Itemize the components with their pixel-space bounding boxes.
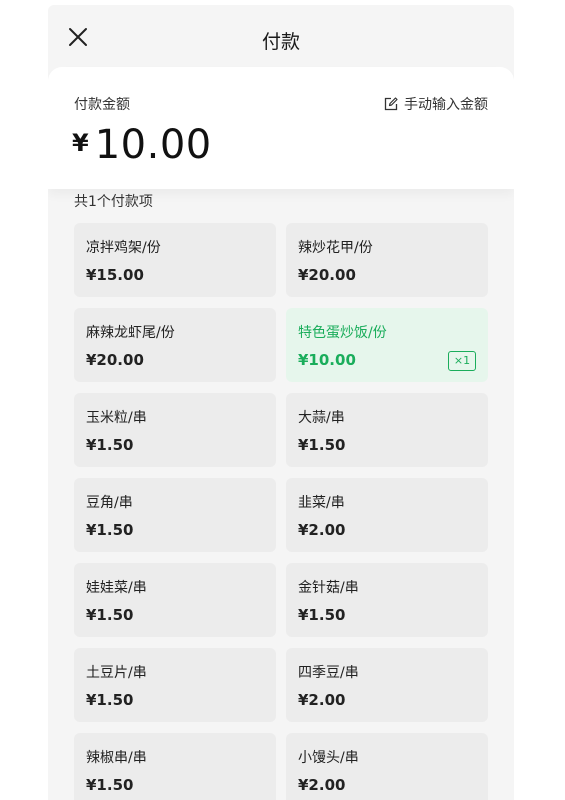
item-price: ¥15.00 (86, 266, 144, 284)
item-name: 土豆片/串 (86, 665, 147, 681)
item-tile[interactable]: 土豆片/串 ¥1.50 (74, 648, 276, 722)
item-name: 豆角/串 (86, 495, 133, 511)
item-name: 玉米粒/串 (86, 410, 147, 426)
item-name: 韭菜/串 (298, 495, 345, 511)
item-price: ¥1.50 (86, 691, 134, 709)
item-tile[interactable]: 玉米粒/串 ¥1.50 (74, 393, 276, 467)
item-tile[interactable]: 四季豆/串 ¥2.00 (286, 648, 488, 722)
item-tile[interactable]: 麻辣龙虾尾/份 ¥20.00 (74, 308, 276, 382)
item-price: ¥2.00 (298, 776, 346, 794)
item-price: ¥1.50 (86, 521, 134, 539)
item-name: 小馒头/串 (298, 750, 359, 766)
currency-symbol: ¥ (72, 129, 89, 157)
item-tile[interactable]: 辣椒串/串 ¥1.50 (74, 733, 276, 800)
item-price: ¥1.50 (298, 606, 346, 624)
item-tile[interactable]: 大蒜/串 ¥1.50 (286, 393, 488, 467)
item-name: 特色蛋炒饭/份 (298, 325, 387, 341)
item-price: ¥20.00 (86, 351, 144, 369)
item-name: 金针菇/串 (298, 580, 359, 596)
item-tile[interactable]: 辣炒花甲/份 ¥20.00 (286, 223, 488, 297)
item-price: ¥1.50 (86, 776, 134, 794)
item-tile[interactable]: 金针菇/串 ¥1.50 (286, 563, 488, 637)
item-tile-selected[interactable]: 特色蛋炒饭/份 ¥10.00 ×1 (286, 308, 488, 382)
item-price: ¥1.50 (86, 606, 134, 624)
item-name: 娃娃菜/串 (86, 580, 147, 596)
manual-entry-label: 手动输入金额 (404, 97, 488, 113)
item-tile[interactable]: 豆角/串 ¥1.50 (74, 478, 276, 552)
item-name: 四季豆/串 (298, 665, 359, 681)
item-price: ¥1.50 (298, 436, 346, 454)
amount-value: 10.00 (94, 122, 212, 168)
quantity-badge: ×1 (448, 351, 476, 371)
item-name: 凉拌鸡架/份 (86, 240, 161, 256)
item-name: 辣椒串/串 (86, 750, 147, 766)
item-price: ¥2.00 (298, 521, 346, 539)
manual-entry-button[interactable]: 手动输入金额 (384, 94, 488, 114)
payment-sheet: 付款 付款金额 手动输入金额 ¥ 10.00 共1个付款项 凉拌鸡架/份 ¥15… (48, 5, 514, 800)
item-price: ¥2.00 (298, 691, 346, 709)
item-tile[interactable]: 韭菜/串 ¥2.00 (286, 478, 488, 552)
amount-label: 付款金额 (74, 97, 130, 113)
item-tile[interactable]: 凉拌鸡架/份 ¥15.00 (74, 223, 276, 297)
item-price: ¥10.00 (298, 351, 356, 369)
item-price: ¥1.50 (86, 436, 134, 454)
payment-amount: ¥ 10.00 (72, 122, 212, 168)
item-name: 大蒜/串 (298, 410, 345, 426)
header: 付款 (48, 5, 514, 67)
item-name: 辣炒花甲/份 (298, 240, 373, 256)
item-tile[interactable]: 娃娃菜/串 ¥1.50 (74, 563, 276, 637)
items-count: 共1个付款项 (74, 194, 153, 210)
item-tile[interactable]: 小馒头/串 ¥2.00 (286, 733, 488, 800)
page-title: 付款 (261, 31, 300, 53)
item-name: 麻辣龙虾尾/份 (86, 325, 175, 341)
edit-icon (384, 97, 398, 111)
item-price: ¥20.00 (298, 266, 356, 284)
amount-card: 付款金额 手动输入金额 ¥ 10.00 (48, 67, 514, 189)
